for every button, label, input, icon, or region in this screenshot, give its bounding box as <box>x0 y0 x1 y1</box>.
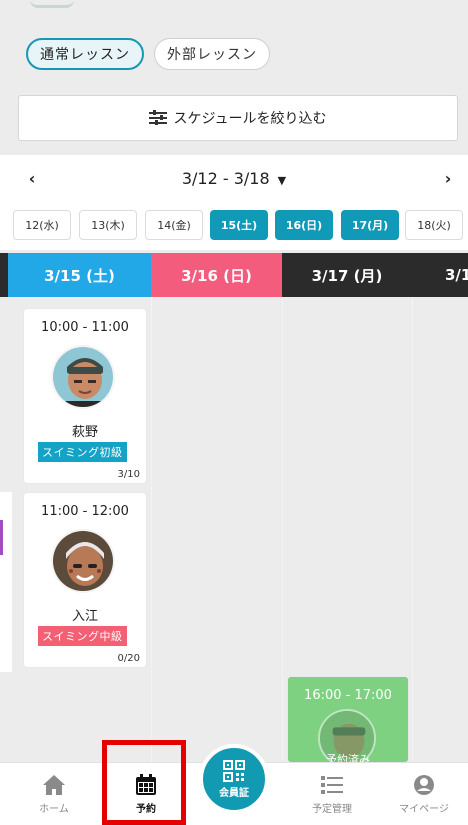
column-header-edge <box>0 253 8 297</box>
qr-code-icon <box>223 759 245 782</box>
nav-label: ホーム <box>39 804 69 815</box>
next-week-icon[interactable]: › <box>438 169 458 188</box>
list-icon <box>321 776 343 794</box>
day-button-14[interactable]: 14(金) <box>145 210 203 240</box>
day-button-12[interactable]: 12(水) <box>13 210 71 240</box>
top-bar <box>0 0 468 22</box>
lesson-card[interactable]: 10:00 - 11:00 萩野 スイミング初級 3/10 <box>24 309 146 483</box>
column-header-3-15: 3/15 (土) <box>8 253 151 297</box>
avatar <box>51 529 115 593</box>
instructor-name: 入江 <box>71 609 98 624</box>
day-button-15[interactable]: 15(土) <box>210 210 268 240</box>
lesson-time: 11:00 - 12:00 <box>41 504 129 519</box>
level-badge: スイミング中級 <box>38 626 127 646</box>
day-button-13[interactable]: 13(木) <box>79 210 137 240</box>
avatar <box>51 345 115 409</box>
left-edge-marker <box>0 520 3 555</box>
instructor-name: 萩野 <box>71 425 98 440</box>
week-navigator: ‹ 3/12 - 3/18 ▼ › <box>0 155 468 203</box>
nav-mypage[interactable]: マイページ <box>384 763 464 825</box>
day-button-18[interactable]: 18(火) <box>405 210 463 240</box>
day-button-16[interactable]: 16(日) <box>275 210 333 240</box>
lesson-card[interactable]: 11:00 - 12:00 入江 スイミング中級 0/20 <box>24 493 146 667</box>
member-card-label: 会員証 <box>219 787 249 799</box>
filter-sliders-icon <box>149 110 168 125</box>
lesson-time: 16:00 - 17:00 <box>304 688 392 703</box>
logo <box>30 0 74 8</box>
highlight-box <box>102 740 186 825</box>
schedule-filter-button[interactable]: スケジュールを絞り込む <box>18 95 458 141</box>
tab-regular-lesson[interactable]: 通常レッスン <box>26 38 144 70</box>
filter-label: スケジュールを絞り込む <box>173 111 327 127</box>
nav-schedule[interactable]: 予定管理 <box>292 763 372 825</box>
lesson-time: 10:00 - 11:00 <box>41 320 129 335</box>
capacity-count: 3/10 <box>117 469 140 480</box>
day-button-17[interactable]: 17(月) <box>341 210 399 240</box>
booked-status: 予約済み <box>326 753 370 762</box>
schedule-grid: 10:00 - 11:00 萩野 スイミング初級 3/10 11:00 - 12… <box>8 297 468 762</box>
member-card-button[interactable]: 会員証 <box>199 744 269 814</box>
day-selector: 12(水) 13(木) 14(金) 15(土) 16(日) 17(月) 18(火… <box>0 203 468 250</box>
left-edge-card <box>0 492 12 672</box>
level-badge: スイミング初級 <box>38 442 127 462</box>
lesson-type-tabs: 通常レッスン 外部レッスン <box>26 38 270 70</box>
home-icon <box>43 775 65 795</box>
column-header-3-17: 3/17 (月) <box>282 253 412 297</box>
tab-external-lesson[interactable]: 外部レッスン <box>154 38 270 70</box>
lesson-card-booked[interactable]: 16:00 - 17:00 予約済み <box>288 677 408 762</box>
nav-home[interactable]: ホーム <box>14 763 94 825</box>
nav-label: 予定管理 <box>312 804 352 815</box>
week-range-label: 3/12 - 3/18 <box>181 169 270 188</box>
capacity-count: 0/20 <box>117 653 140 664</box>
week-range-select[interactable]: 3/12 - 3/18 ▼ <box>0 169 468 188</box>
nav-label: マイページ <box>399 804 449 815</box>
dropdown-caret-icon: ▼ <box>277 174 287 187</box>
column-header-3-16: 3/16 (日) <box>151 253 282 297</box>
column-header-3-18: 3/1 <box>412 253 468 297</box>
user-icon <box>414 775 434 795</box>
